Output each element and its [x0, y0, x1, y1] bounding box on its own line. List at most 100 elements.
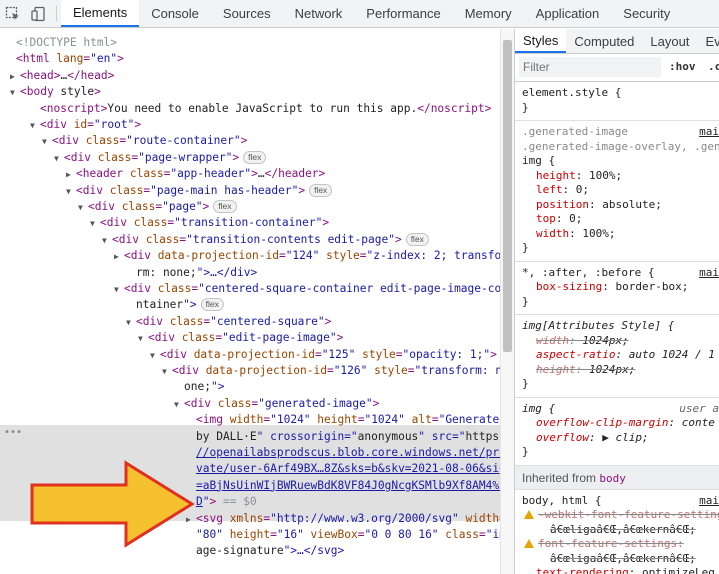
inspect-icon[interactable] [0, 0, 26, 27]
tab-security[interactable]: Security [611, 0, 682, 27]
tab-event-listeners[interactable]: Ev [697, 29, 719, 53]
arrow-pointer-graphic [30, 460, 195, 548]
style-property[interactable]: text-rendering: optimizeLeg [522, 566, 719, 574]
styles-filter-bar: :hov .c [515, 54, 719, 82]
user-agent-img-rule: user a img { overflow-clip-margin: conte… [515, 398, 719, 466]
rule-selector[interactable]: img { [522, 154, 719, 169]
dom-node-line[interactable]: age-signature">…</svg> [196, 543, 344, 559]
dom-node-line[interactable]: ▼ <div class="transition-container"> [90, 215, 329, 231]
tab-styles[interactable]: Styles [515, 29, 567, 53]
dom-node-line[interactable]: ▼ <div data-projection-id="125" style="op… [150, 347, 497, 363]
rule-selector[interactable]: element.style { [522, 86, 719, 101]
style-property[interactable]: top: 0; [522, 212, 719, 227]
style-property[interactable]: â€œligaâ€Œ,â€œkernâ€Œ; [522, 552, 719, 567]
rule-source-link[interactable]: mai [699, 266, 719, 281]
style-property[interactable]: left: 0; [522, 183, 719, 198]
dom-node-line[interactable]: ▶ <div data-projection-id="124" style="z-… [114, 248, 500, 264]
dom-node-line[interactable]: ▼ <body style> [10, 84, 101, 100]
style-property[interactable]: position: absolute; [522, 198, 719, 213]
device-toggle-icon[interactable] [26, 0, 52, 27]
node-actions-ellipsis-icon[interactable]: ••• [4, 427, 22, 438]
rule-selector[interactable]: *, :after, :before { [522, 266, 719, 281]
tab-layout[interactable]: Layout [642, 29, 697, 53]
dom-node-line[interactable]: ▼ <div class="page-wrapper"> flex [54, 150, 267, 166]
style-property[interactable]: height: 100%; [522, 169, 719, 184]
dom-node-line[interactable]: ▶ <header class="app-header">…</header> [66, 166, 325, 182]
style-property[interactable]: box-sizing: border-box; [522, 280, 719, 295]
tab-network[interactable]: Network [283, 0, 355, 27]
tab-computed[interactable]: Computed [566, 29, 642, 53]
dom-node-line[interactable]: ntainer"> flex [136, 297, 224, 313]
dom-node-text: <div class="page"> [88, 200, 210, 213]
dom-node-line[interactable]: <noscript>You need to enable JavaScript … [40, 101, 491, 117]
tab-application[interactable]: Application [524, 0, 612, 27]
dom-node-line[interactable]: ▼ <div class="centered-square"> [126, 314, 331, 330]
collapse-triangle-icon: ▼ [54, 153, 59, 163]
dom-node-line[interactable]: ▼ <div class="page-main has-header"> flex [66, 183, 333, 199]
rule-close: } [522, 241, 529, 254]
dom-node-line[interactable]: ▼ <div id="root"> [30, 117, 141, 133]
style-property[interactable]: -webkit-font-feature-setting: [522, 508, 719, 523]
dom-node-line[interactable]: //openailabsprodscus.blob.core.windows.n… [196, 445, 500, 461]
dom-node-line[interactable]: ▶ <svg xmlns="http://www.w3.org/2000/svg"… [186, 511, 500, 527]
dom-node-line[interactable]: "80" height="16" viewBox="0 0 80 16" cla… [196, 527, 500, 543]
style-property[interactable]: font-feature-settings: [522, 537, 719, 552]
rule-source-link[interactable]: mai [699, 125, 719, 140]
dom-node-line[interactable]: ▼ <div class="edit-page-image"> [138, 330, 343, 346]
dom-node-line[interactable]: ▶ <head>…</head> [10, 68, 114, 84]
dom-node-text: <head>…</head> [20, 68, 115, 82]
dom-node-line[interactable]: vate/user-6Arf49BX…8Z&sks=b&skv=2021-08-… [196, 461, 500, 477]
style-property[interactable]: overflow: ▶ clip; [522, 431, 719, 446]
tab-console[interactable]: Console [139, 0, 211, 27]
style-property[interactable]: width: 100%; [522, 227, 719, 242]
class-toggle[interactable]: .c [708, 60, 719, 73]
tab-sources[interactable]: Sources [211, 0, 283, 27]
rule-selector[interactable]: .generated-image [522, 125, 719, 140]
dom-node-line[interactable]: <!DOCTYPE html> [16, 35, 117, 51]
dom-node-line[interactable]: ▼ <div class="generated-image"> [174, 396, 379, 412]
dom-node-line[interactable]: one;"> [184, 379, 224, 395]
style-property[interactable]: overflow-clip-margin: conte [522, 416, 719, 431]
rule-close: } [522, 294, 529, 308]
elements-panel: ••• <!DOCTYPE html> <html lang="en"> ▶ <hea… [0, 29, 500, 574]
rule-close: } [522, 100, 529, 114]
dom-node-text: <div class="edit-page-image"> [148, 331, 344, 345]
dom-node-text: ntainer"> [136, 298, 197, 312]
dom-node-line[interactable]: rm: none;">…</div> [136, 265, 257, 281]
element-style-rule: element.style { } [515, 82, 719, 121]
rule-selector[interactable]: img[Attributes Style] { [522, 319, 719, 334]
style-property[interactable]: height: 1024px; [522, 363, 719, 378]
styles-subtabs: Styles Computed Layout Ev [515, 29, 719, 54]
style-property[interactable]: aspect-ratio: auto 1024 / 1 [522, 348, 719, 363]
dom-node-line[interactable]: ▼ <div class="page"> flex [78, 199, 237, 215]
dom-node-line[interactable]: ▼ <div class="centered-square-container e… [114, 281, 500, 297]
dom-node-line[interactable]: <img width="1024" height="1024" alt="Gen… [196, 412, 500, 428]
style-property[interactable]: width: 1024px; [522, 334, 719, 349]
styles-filter-input[interactable] [519, 57, 661, 77]
rule-selector[interactable]: body, html { [522, 494, 719, 509]
style-property[interactable]: â€œligaâ€Œ,â€œkernâ€Œ; [522, 523, 719, 538]
collapse-triangle-icon: ▼ [126, 317, 131, 327]
rule-source-link[interactable]: mai [699, 494, 719, 509]
tab-memory[interactable]: Memory [453, 0, 524, 27]
tab-performance[interactable]: Performance [354, 0, 452, 27]
dom-node-line[interactable]: by DALL·E" crossorigin="anonymous" src="… [196, 429, 500, 445]
dom-node-text: <div id="root"> [40, 118, 142, 131]
dom-node-line[interactable]: D"> == $0 [196, 494, 257, 510]
inherited-from-tag[interactable]: body [599, 472, 626, 485]
dom-node-line[interactable]: <html lang="en"> [16, 51, 124, 67]
dom-node-line[interactable]: ▼ <div class="route-container"> [42, 133, 247, 149]
dom-node-line[interactable]: ▼ <div data-projection-id="126" style="tr… [162, 363, 500, 379]
dom-node-line[interactable]: ▼ <div class="transition-contents edit-pa… [102, 232, 429, 248]
dom-node-text: =aBjNsUinWIjBWRuewBdK8VF84J0gNcgKSMlb9Xf… [196, 478, 500, 492]
hover-state-toggle[interactable]: :hov [669, 60, 696, 73]
elements-scroll-thumb[interactable] [503, 40, 512, 352]
tab-elements[interactable]: Elements [61, 0, 140, 27]
dom-node-text: <div class="transition-container"> [100, 216, 330, 230]
collapse-triangle-icon: ▼ [174, 399, 179, 409]
dom-node-line[interactable]: =aBjNsUinWIjBWRuewBdK8VF84J0gNcgKSMlb9Xf… [196, 478, 500, 494]
styles-pane: Styles Computed Layout Ev :hov .c elemen… [515, 29, 719, 574]
rule-selector[interactable]: .generated-image-overlay, .gen [522, 140, 719, 155]
dom-node-text: <html lang="en"> [16, 52, 124, 66]
flex-badge: flex [213, 200, 237, 213]
